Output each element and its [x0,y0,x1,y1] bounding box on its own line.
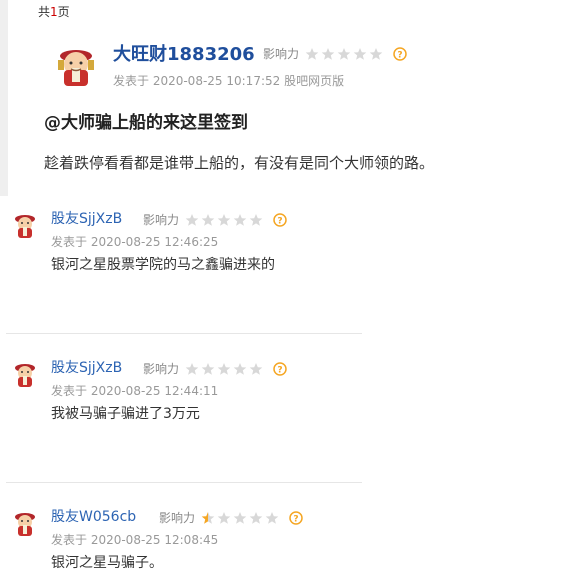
reply-influence: 影响力 ? [143,360,287,377]
star-icon [217,362,231,375]
svg-text:?: ? [277,365,282,375]
star-icon [217,511,231,524]
help-icon[interactable]: ? [393,46,407,61]
avatar-main[interactable] [54,44,98,88]
main-post-author[interactable]: 大旺财1883206 [113,40,255,66]
star-icon [305,47,319,60]
svg-text:?: ? [397,50,402,60]
star-icon [233,511,247,524]
star-icon [249,362,263,375]
reply-content: 我被马骗子骗进了3万元 [51,406,200,422]
reply-content: 银河之星股票学院的马之鑫骗进来的 [51,257,275,273]
influence-stars [201,511,281,525]
star-icon [249,213,263,226]
star-icon [337,47,351,60]
influence-label: 影响力 [263,47,300,61]
post-left-bar [0,0,8,196]
star-icon [233,362,247,375]
main-post-influence: 影响力 ? [263,45,407,62]
main-post-title: @大师骗上船的来这里签到 [44,113,248,133]
star-icon [185,362,199,375]
help-icon[interactable]: ? [273,361,287,376]
influence-stars [185,213,265,227]
star-icon [185,213,199,226]
help-icon[interactable]: ? [273,212,287,227]
influence-label: 影响力 [143,213,180,227]
page-count: 共1页 [38,5,70,19]
influence-stars [185,362,265,376]
main-post-meta: 发表于 2020-08-25 10:17:52 股吧网页版 [113,74,345,88]
reply-meta: 发表于 2020-08-25 12:44:11 [51,384,219,398]
star-icon [321,47,335,60]
reply-item: 股友SjjXzB 影响力 ? 发表于 2020-08-25 12:46:25 银… [0,200,362,334]
star-icon [249,511,263,524]
divider [6,482,362,483]
reply-author[interactable]: 股友SjjXzB [51,208,122,228]
divider [6,333,362,334]
influence-stars [305,47,385,61]
reply-influence: 影响力 ? [143,211,287,228]
reply-item: 股友SjjXzB 影响力 ? 发表于 2020-08-25 12:44:11 我… [0,349,362,483]
reply-author[interactable]: 股友W056cb [51,506,136,526]
reply-content: 银河之星马骗子。 [51,555,163,571]
svg-text:?: ? [277,216,282,226]
star-icon [353,47,367,60]
star-icon [201,362,215,375]
reply-meta: 发表于 2020-08-25 12:08:45 [51,533,219,547]
half-star-icon [201,511,215,524]
star-icon [201,213,215,226]
star-icon [265,511,279,524]
avatar[interactable] [12,212,38,238]
reply-influence: 影响力 ? [159,509,303,526]
reply-meta: 发表于 2020-08-25 12:46:25 [51,235,219,249]
influence-label: 影响力 [159,511,196,525]
avatar[interactable] [12,361,38,387]
star-icon [233,213,247,226]
main-post-content: 趁着跌停看看都是谁带上船的，有没有是同个大师领的路。 [44,154,435,172]
help-icon[interactable]: ? [289,510,303,525]
svg-text:?: ? [293,514,298,524]
reply-author[interactable]: 股友SjjXzB [51,357,122,377]
influence-label: 影响力 [143,362,180,376]
reply-item: 股友W056cb 影响力 ? 发表于 2020-08-25 12:08:45 银… [0,498,362,583]
star-icon [217,213,231,226]
avatar[interactable] [12,510,38,536]
star-icon [369,47,383,60]
